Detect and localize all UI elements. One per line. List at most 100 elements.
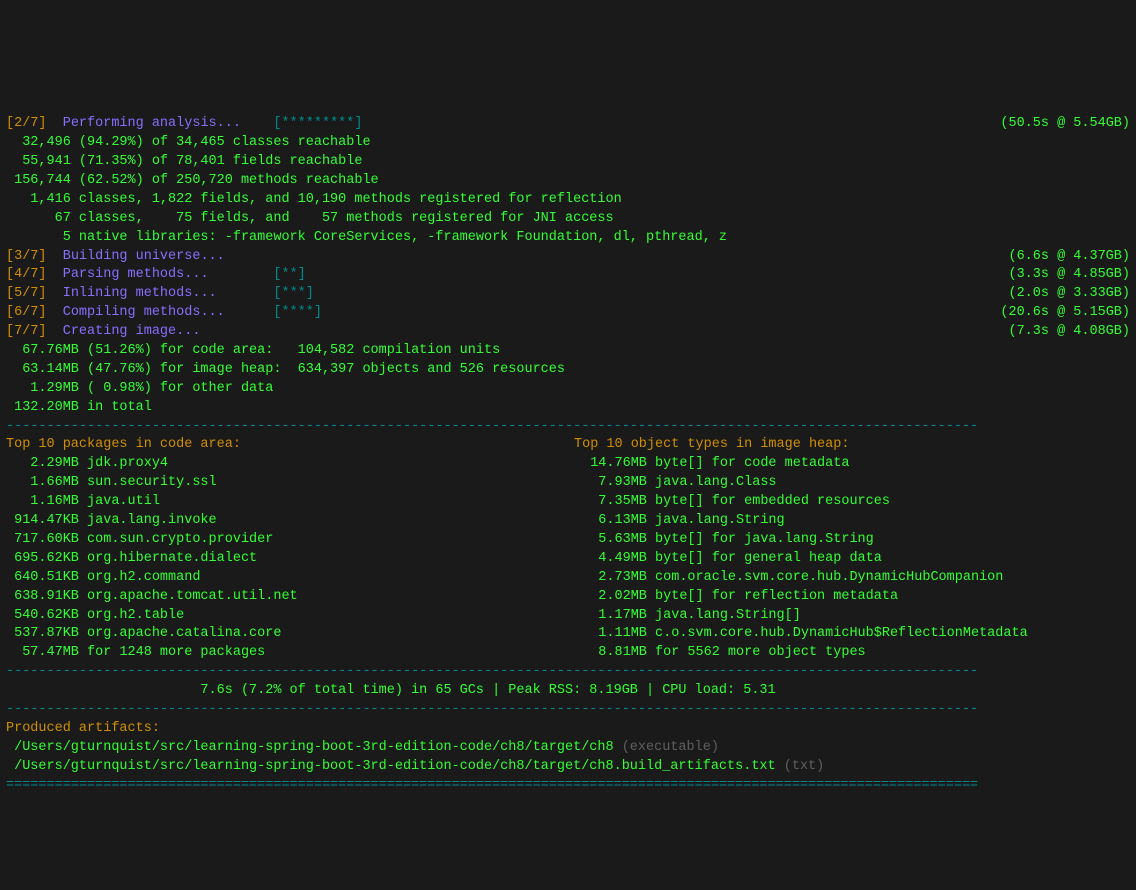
step-detail: 63.14MB (47.76%) for image heap: 634,397… — [6, 362, 565, 377]
output-line: 540.62KB org.h2.table — [6, 607, 562, 626]
produced-title: Produced artifacts: — [6, 721, 160, 736]
build-step: [2/7] Performing analysis... [*********]… — [6, 115, 1130, 134]
step-marker: [4/7] — [6, 267, 47, 282]
output-line: 2.29MB jdk.proxy4 — [6, 455, 562, 474]
object-type-item: 6.13MB java.lang.String — [574, 513, 785, 528]
package-item: 638.91KB org.apache.tomcat.util.net — [6, 589, 298, 604]
output-line: 5 native libraries: -framework CoreServi… — [6, 229, 1130, 248]
output-line: 63.14MB (47.76%) for image heap: 634,397… — [6, 361, 1130, 380]
output-line: Produced artifacts: — [6, 720, 1130, 739]
package-item: 1.66MB sun.security.ssl — [6, 475, 217, 490]
step-timing: (3.3s @ 4.85GB) — [1008, 266, 1130, 285]
output-line: 1,416 classes, 1,822 fields, and 10,190 … — [6, 191, 1130, 210]
package-item: 57.47MB for 1248 more packages — [6, 645, 265, 660]
step-detail: 132.20MB in total — [6, 400, 152, 415]
output-line: Top 10 object types in image heap: — [574, 436, 1130, 455]
object-type-item: 5.63MB byte[] for java.lang.String — [574, 532, 874, 547]
output-line: 1.66MB sun.security.ssl — [6, 474, 562, 493]
step-marker: [7/7] — [6, 324, 47, 339]
output-line: 4.49MB byte[] for general heap data — [574, 550, 1130, 569]
artifact-path: /Users/gturnquist/src/learning-spring-bo… — [6, 740, 614, 755]
output-line: 132.20MB in total — [6, 399, 1130, 418]
build-step: [7/7] Creating image... (7.3s @ 4.08GB) — [6, 323, 1130, 342]
output-line: Top 10 packages in code area: — [6, 436, 562, 455]
step-progress: [****] — [273, 305, 322, 320]
step-label: Inlining methods... — [63, 286, 217, 301]
object-type-item: 7.35MB byte[] for embedded resources — [574, 494, 890, 509]
output-line: 717.60KB com.sun.crypto.provider — [6, 531, 562, 550]
step-marker: [3/7] — [6, 249, 47, 264]
package-item: 695.62KB org.hibernate.dialect — [6, 551, 257, 566]
output-line: 7.35MB byte[] for embedded resources — [574, 493, 1130, 512]
step-timing: (7.3s @ 4.08GB) — [1008, 323, 1130, 342]
build-step: [4/7] Parsing methods... [**](3.3s @ 4.8… — [6, 266, 1130, 285]
terminal-output: [2/7] Performing analysis... [*********]… — [6, 115, 1130, 795]
output-line: 2.73MB com.oracle.svm.core.hub.DynamicHu… — [574, 569, 1130, 588]
package-item: 640.51KB org.h2.command — [6, 570, 200, 585]
step-detail: 1,416 classes, 1,822 fields, and 10,190 … — [6, 192, 622, 207]
artifact-line: /Users/gturnquist/src/learning-spring-bo… — [6, 758, 1130, 777]
step-timing: (50.5s @ 5.54GB) — [1000, 115, 1130, 134]
step-timing: (20.6s @ 5.15GB) — [1000, 304, 1130, 323]
package-item: 540.62KB org.h2.table — [6, 608, 184, 623]
step-label: Creating image... — [63, 324, 201, 339]
output-line: 2.02MB byte[] for reflection metadata — [574, 588, 1130, 607]
object-type-item: 7.93MB java.lang.Class — [574, 475, 777, 490]
step-timing: (6.6s @ 4.37GB) — [1008, 248, 1130, 267]
double-separator: ========================================… — [6, 778, 978, 793]
output-line: 32,496 (94.29%) of 34,465 classes reacha… — [6, 134, 1130, 153]
artifact-kind: (txt) — [776, 759, 825, 774]
step-marker: [6/7] — [6, 305, 47, 320]
artifact-kind: (executable) — [614, 740, 719, 755]
step-detail: 5 native libraries: -framework CoreServi… — [6, 230, 727, 245]
output-line: 1.11MB c.o.svm.core.hub.DynamicHub$Refle… — [574, 625, 1130, 644]
object-types-title: Top 10 object types in image heap: — [574, 437, 849, 452]
build-step: [5/7] Inlining methods... [***](2.0s @ 3… — [6, 285, 1130, 304]
output-line: 638.91KB org.apache.tomcat.util.net — [6, 588, 562, 607]
gc-summary: 7.6s (7.2% of total time) in 65 GCs | Pe… — [6, 683, 776, 698]
artifact-path: /Users/gturnquist/src/learning-spring-bo… — [6, 759, 776, 774]
step-detail: 67 classes, 75 fields, and 57 methods re… — [6, 211, 614, 226]
artifact-line: /Users/gturnquist/src/learning-spring-bo… — [6, 739, 1130, 758]
step-marker: [2/7] — [6, 116, 47, 131]
output-line: 57.47MB for 1248 more packages — [6, 644, 562, 663]
output-line: 695.62KB org.hibernate.dialect — [6, 550, 562, 569]
output-line: 914.47KB java.lang.invoke — [6, 512, 562, 531]
package-item: 537.87KB org.apache.catalina.core — [6, 626, 281, 641]
output-line: ----------------------------------------… — [6, 701, 1130, 720]
output-line: 6.13MB java.lang.String — [574, 512, 1130, 531]
package-item: 914.47KB java.lang.invoke — [6, 513, 217, 528]
step-detail: 67.76MB (51.26%) for code area: 104,582 … — [6, 343, 500, 358]
output-line: 67.76MB (51.26%) for code area: 104,582 … — [6, 342, 1130, 361]
step-progress: [***] — [273, 286, 314, 301]
output-line: ----------------------------------------… — [6, 663, 1130, 682]
output-line: 537.87KB org.apache.catalina.core — [6, 625, 562, 644]
step-detail: 55,941 (71.35%) of 78,401 fields reachab… — [6, 154, 362, 169]
package-item: 2.29MB jdk.proxy4 — [6, 456, 168, 471]
step-detail: 156,744 (62.52%) of 250,720 methods reac… — [6, 173, 379, 188]
output-line: ========================================… — [6, 777, 1130, 796]
object-types-column: Top 10 object types in image heap: 14.76… — [574, 436, 1130, 663]
step-label: Compiling methods... — [63, 305, 225, 320]
output-line: ----------------------------------------… — [6, 418, 1130, 437]
separator: ----------------------------------------… — [6, 664, 978, 679]
output-line: 67 classes, 75 fields, and 57 methods re… — [6, 210, 1130, 229]
packages-column: Top 10 packages in code area: 2.29MB jdk… — [6, 436, 574, 663]
object-type-item: 14.76MB byte[] for code metadata — [574, 456, 849, 471]
step-detail: 1.29MB ( 0.98%) for other data — [6, 381, 273, 396]
package-item: 717.60KB com.sun.crypto.provider — [6, 532, 273, 547]
step-label: Building universe... — [63, 249, 225, 264]
output-line: 55,941 (71.35%) of 78,401 fields reachab… — [6, 153, 1130, 172]
output-line: 1.17MB java.lang.String[] — [574, 607, 1130, 626]
build-step: [6/7] Compiling methods... [****] (20.6s … — [6, 304, 1130, 323]
object-type-item: 1.17MB java.lang.String[] — [574, 608, 801, 623]
step-label: Parsing methods... — [63, 267, 209, 282]
output-line: 640.51KB org.h2.command — [6, 569, 562, 588]
object-type-item: 2.02MB byte[] for reflection metadata — [574, 589, 898, 604]
object-type-item: 8.81MB for 5562 more object types — [574, 645, 866, 660]
separator: ----------------------------------------… — [6, 419, 978, 434]
packages-title: Top 10 packages in code area: — [6, 437, 241, 452]
separator: ----------------------------------------… — [6, 702, 978, 717]
stats-columns: Top 10 packages in code area: 2.29MB jdk… — [6, 436, 1130, 663]
output-line: 8.81MB for 5562 more object types — [574, 644, 1130, 663]
